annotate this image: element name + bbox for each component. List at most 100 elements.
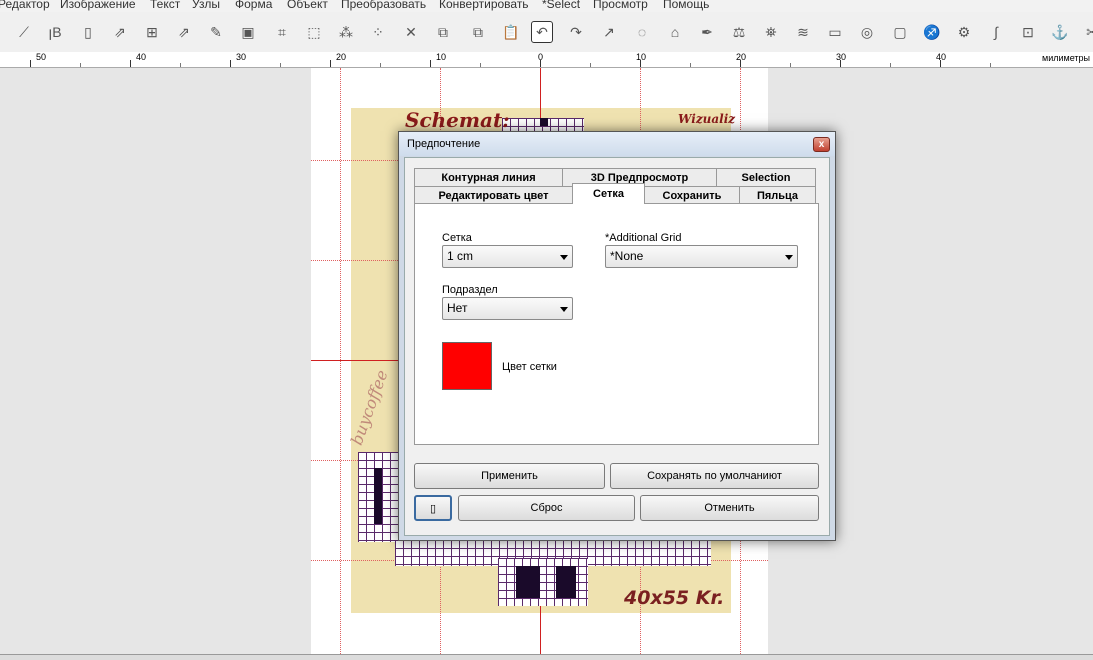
magic-select-icon[interactable]: ⁂ [335, 21, 357, 43]
grid-size-label: Сетка [442, 232, 472, 244]
subdivision-value: Нет [447, 301, 468, 315]
reset-button[interactable]: Сброс [458, 495, 635, 521]
pixel-pattern [556, 566, 576, 598]
tab-grid[interactable]: Сетка [572, 183, 645, 204]
chevron-down-icon [560, 255, 568, 260]
open-file-icon[interactable]: ⇗ [109, 21, 131, 43]
menu-transform[interactable]: Преобразовать [341, 0, 426, 11]
shape-tool-icon[interactable]: ◌ [631, 21, 653, 43]
duplicate-icon[interactable]: ⧉ [467, 21, 489, 43]
cut-icon[interactable]: ✕ [400, 21, 422, 43]
pixel-pattern [374, 468, 382, 524]
export-icon[interactable]: ⇗ [173, 21, 195, 43]
tab-selection[interactable]: Selection [716, 168, 816, 186]
ruler-label: 20 [736, 52, 747, 62]
ruler-label: 10 [436, 52, 447, 62]
menu-select[interactable]: *Select [542, 0, 580, 11]
undo-icon[interactable]: ↶ [531, 21, 553, 43]
subdivision-select[interactable]: Нет [442, 297, 573, 320]
path-icon[interactable]: ∫ [985, 21, 1007, 43]
menu-image[interactable]: Изображение [60, 0, 136, 11]
grid-color-swatch[interactable] [442, 342, 492, 390]
eyedropper-icon[interactable]: ✒ [696, 21, 718, 43]
apply-button[interactable]: Применить [414, 463, 605, 489]
ruler-label: 40 [136, 52, 147, 62]
tab-contour-line[interactable]: Контурная линия [414, 168, 563, 186]
origin-axis-horizontal [311, 360, 401, 361]
redo-icon[interactable]: ↷ [565, 21, 587, 43]
lasso-select-icon[interactable]: ⁘ [367, 21, 389, 43]
scissors-icon[interactable]: ✂ [1081, 21, 1093, 43]
edit-file-icon[interactable]: ✎ [205, 21, 227, 43]
select-box-icon[interactable]: ⬚ [303, 21, 325, 43]
pattern-size-label: 40x55 Kr. [624, 587, 725, 609]
menu-object[interactable]: Объект [287, 0, 328, 11]
menu-shape[interactable]: Форма [235, 0, 272, 11]
toolbar: ⟋ ꞁB ▯ ⇗ ⊞ ⇗ ✎ ▣ ⌗ ⬚ ⁂ ⁘ ✕ ⧉ ⧉ 📋 ↶ ↷ ↗ ◌… [0, 12, 1093, 52]
anchor-icon[interactable]: ⚓ [1049, 21, 1071, 43]
ruler-label: 30 [236, 52, 247, 62]
menu-convert[interactable]: Конвертировать [439, 0, 529, 11]
menu-help[interactable]: Помощь [663, 0, 709, 11]
add-file-icon[interactable]: ⊞ [141, 21, 163, 43]
help-button[interactable]: ▯ [414, 495, 452, 521]
ruler-label: 50 [36, 52, 47, 62]
layers-icon[interactable]: ≋ [792, 21, 814, 43]
close-icon: x [818, 139, 825, 150]
additional-grid-label: *Additional Grid [605, 232, 682, 244]
shirt-icon[interactable]: ⌂ [664, 21, 686, 43]
pattern-heading-right: Wizualiz [678, 112, 736, 126]
menu-view[interactable]: Просмотр [593, 0, 648, 11]
save-default-button[interactable]: Сохранять по умолчаниют [610, 463, 819, 489]
copy-icon[interactable]: ⧉ [432, 21, 454, 43]
scale-icon[interactable]: ⚖ [728, 21, 750, 43]
menu-bar: Редактор Изображение Текст Узлы Форма Об… [0, 0, 1093, 12]
status-bar [0, 654, 1093, 660]
dialog-title: Предпочтение [407, 138, 481, 150]
additional-grid-value: *None [610, 249, 644, 263]
pixel-pattern [516, 566, 540, 598]
ruler-unit: милиметры [1042, 53, 1090, 63]
pattern-heading: Schemat: [405, 108, 510, 132]
ruler-label: 30 [836, 52, 847, 62]
ruler-label: 40 [936, 52, 947, 62]
pixel-pattern [540, 118, 548, 126]
brush-icon[interactable]: ♐ [921, 21, 943, 43]
cancel-button[interactable]: Отменить [640, 495, 819, 521]
fill-icon[interactable]: ⛯ [760, 21, 782, 43]
grid-size-value: 1 cm [447, 249, 474, 263]
text-tool-icon[interactable]: ꞁB [44, 21, 66, 43]
paste-icon[interactable]: 📋 [500, 21, 522, 43]
grid-color-label: Цвет сетки [502, 361, 557, 373]
tab-hoop[interactable]: Пяльца [739, 186, 816, 204]
grid-settings-panel: Сетка 1 cm *Additional Grid *None Подраз… [414, 203, 819, 445]
close-button[interactable]: x [813, 137, 830, 152]
round-rect-icon[interactable]: ▢ [889, 21, 911, 43]
target-icon[interactable]: ◎ [856, 21, 878, 43]
select-frame-icon[interactable]: ⌗ [271, 21, 293, 43]
ruler-label: 10 [636, 52, 647, 62]
menu-text[interactable]: Текст [150, 0, 180, 11]
tab-edit-color[interactable]: Редактировать цвет [414, 186, 573, 204]
horizontal-ruler: 50 40 30 20 10 0 10 20 30 40 милиметры [0, 52, 1093, 68]
menu-editor[interactable]: Редактор [0, 0, 50, 11]
grid-line [340, 68, 341, 654]
ruler-label: 20 [336, 52, 347, 62]
preferences-dialog: Предпочтение x Контурная линия 3D Предпр… [398, 131, 836, 541]
curve-tool-icon[interactable]: ↗ [598, 21, 620, 43]
additional-grid-select[interactable]: *None [605, 245, 798, 268]
grid-size-select[interactable]: 1 cm [442, 245, 573, 268]
book-icon: ▯ [429, 502, 437, 515]
menu-nodes[interactable]: Узлы [192, 0, 220, 11]
new-file-icon[interactable]: ▯ [77, 21, 99, 43]
dialog-titlebar[interactable]: Предпочтение x [399, 132, 835, 156]
tab-save[interactable]: Сохранить [644, 186, 740, 204]
dialog-body: Контурная линия 3D Предпросмотр Selectio… [404, 157, 830, 536]
line-tool-icon[interactable]: ⟋ [13, 21, 35, 43]
frame-icon[interactable]: ▭ [824, 21, 846, 43]
save-icon[interactable]: ▣ [237, 21, 259, 43]
node-icon[interactable]: ⊡ [1017, 21, 1039, 43]
chevron-down-icon [785, 255, 793, 260]
stamp-icon[interactable]: ⚙ [953, 21, 975, 43]
subdivision-label: Подраздел [442, 284, 498, 296]
